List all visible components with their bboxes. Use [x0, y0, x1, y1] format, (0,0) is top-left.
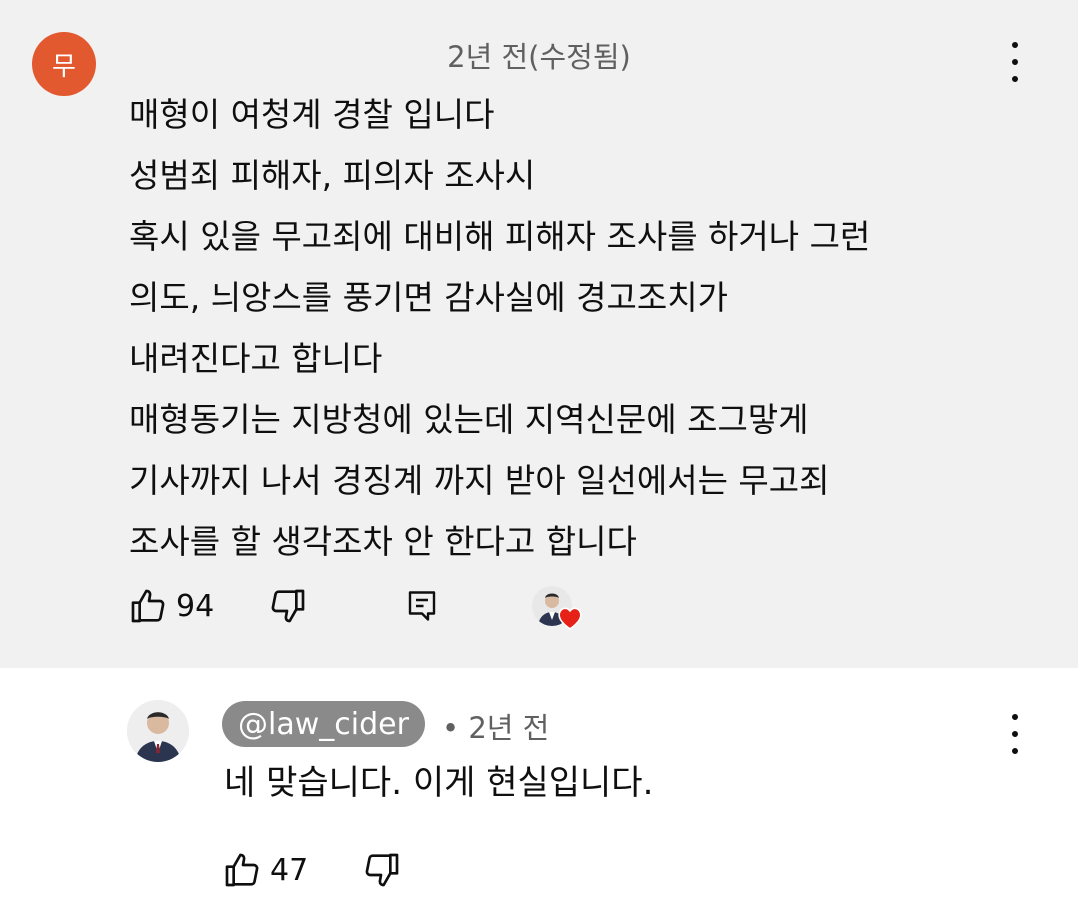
reply-icon	[408, 591, 436, 621]
like-icon	[225, 853, 259, 887]
comment-line: 의도, 늬앙스를 풍기면 감사실에 경고조치가	[129, 278, 728, 317]
comment-line: 혹시 있을 무고죄에 대비해 피해자 조사를 하거나 그런	[129, 217, 871, 256]
reply-timestamp: • 2년 전	[442, 711, 550, 745]
like-count: 94	[176, 588, 215, 624]
creator-heart-icon	[558, 607, 582, 630]
comment-body: 매형이 여청계 경찰 입니다 성범죄 피해자, 피의자 조사시 혹시 있을 무고…	[129, 84, 1029, 572]
like-button[interactable]: 47	[222, 850, 308, 890]
comment-line: 성범죄 피해자, 피의자 조사시	[129, 156, 536, 195]
reply-avatar[interactable]	[127, 700, 189, 762]
reply-body: 네 맞습니다. 이게 현실입니다.	[224, 763, 654, 803]
like-button[interactable]: 94	[128, 586, 214, 626]
like-count: 47	[270, 852, 309, 888]
comment-line: 조사를 할 생각조차 안 한다고 합니다	[129, 522, 637, 561]
dislike-button[interactable]	[268, 586, 308, 626]
comment-timestamp: 2년 전(수정됨)	[447, 40, 631, 74]
more-options-icon[interactable]	[1005, 714, 1025, 754]
reply-actions: 47	[222, 850, 402, 890]
dislike-icon	[365, 853, 399, 887]
more-options-icon[interactable]	[1005, 42, 1025, 82]
comment-line: 매형이 여청계 경찰 입니다	[129, 95, 495, 134]
comment-line: 매형동기는 지방청에 있는데 지역신문에 조그맣게	[129, 400, 809, 439]
author-handle-chip[interactable]: @law_cider	[222, 701, 425, 747]
comment-line: 내려진다고 합니다	[129, 339, 383, 378]
top-comment: 무 2년 전(수정됨) 매형이 여청계 경찰 입니다 성범죄 피해자, 피의자 …	[0, 0, 1078, 668]
comment-line: 기사까지 나서 경징계 까지 받아 일선에서는 무고죄	[129, 461, 830, 500]
comment-actions: 94	[128, 586, 440, 626]
dislike-button[interactable]	[362, 850, 402, 890]
dislike-icon	[271, 589, 305, 623]
reply-button[interactable]	[404, 588, 440, 624]
like-icon	[131, 589, 165, 623]
